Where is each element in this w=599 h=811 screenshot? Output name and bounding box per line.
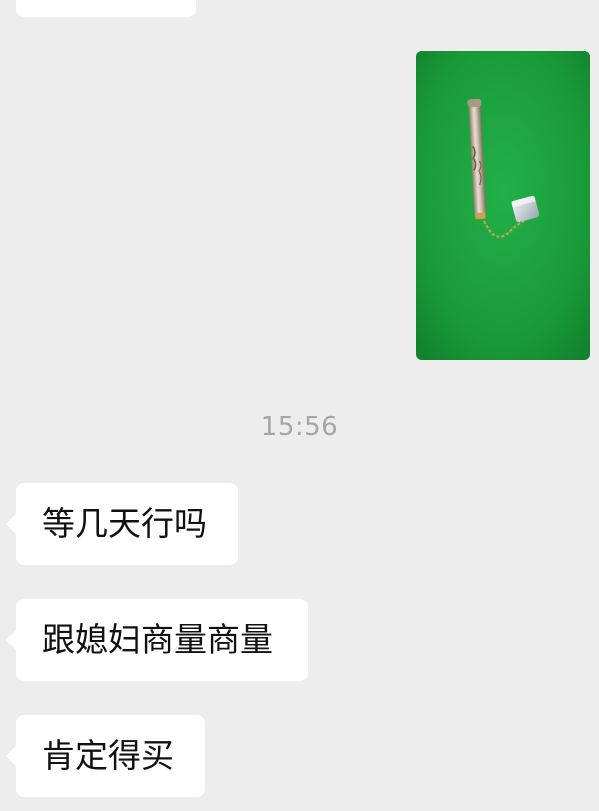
message-bubble[interactable]: 等几天行吗 — [6, 483, 238, 565]
chat-view: 15:56 等几天行吗 跟媳妇商量商量 肯定得买 — [0, 0, 599, 811]
pool-chalk-holder-photo-icon — [416, 51, 590, 360]
message-bubble[interactable]: 跟媳妇商量商量 — [6, 599, 308, 681]
message-bubble[interactable]: 肯定得买 — [6, 715, 205, 797]
message-timestamp: 15:56 — [260, 412, 339, 442]
message-bubble-partial[interactable] — [16, 0, 196, 17]
image-message[interactable] — [416, 51, 590, 360]
